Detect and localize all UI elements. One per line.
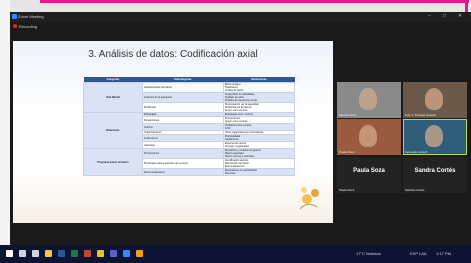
chrome-icon[interactable]: [97, 250, 104, 257]
recording-label[interactable]: Recording: [19, 24, 37, 29]
subcategory-cell: Características del barrio: [141, 82, 224, 93]
subcategory-cell: Vecinos: [141, 123, 224, 131]
background-document-edge: [0, 0, 10, 245]
subcategory-cell: Recomendaciones: [141, 168, 224, 176]
participant-tile[interactable]: Paula Soza Paula Soza: [337, 157, 401, 193]
participant-name-label: Paula Soza: [339, 188, 355, 192]
explorer-icon[interactable]: [45, 250, 52, 257]
recording-dot-icon: [13, 24, 17, 28]
participant-display-name: Sandra Cortés: [414, 168, 456, 174]
language-indicator[interactable]: ESP LAA: [410, 251, 427, 256]
dimension-cell: Preocupación por la seguridad Problemas …: [222, 102, 296, 113]
subcategory-cell: Instituciones: [141, 134, 224, 142]
subcategory-cell: Percepciones: [141, 116, 224, 124]
participant-name-label: Sandra Cortés: [405, 188, 425, 192]
shared-slide: 3. Análisis de datos: Codificación axial…: [13, 41, 333, 223]
minimize-button[interactable]: –: [428, 13, 431, 19]
highlight-bar-edge: [465, 0, 468, 12]
dimension-cell: Reuniones y creación de grupos Mayor seg…: [222, 148, 296, 159]
windows-taskbar: 17°C Nublado ESP LAA 1:17 PM: [0, 245, 471, 263]
subcategory-cell: Liderazgo: [141, 141, 224, 149]
participant-video: [425, 88, 443, 110]
close-button[interactable]: ✕: [458, 13, 462, 19]
windows-start-icon[interactable]: [6, 250, 13, 257]
maximize-button[interactable]: □: [443, 13, 446, 19]
dimension-cell: Barrio antiguo Tradiciones Límites de ba…: [222, 82, 296, 93]
participant-video: [359, 125, 377, 147]
highlight-bar: [40, 0, 469, 3]
table-row: Vida Barrial Características del barrio Ba…: [83, 82, 296, 113]
subcategory-cell: Problemas: [141, 102, 224, 113]
window-title: Zoom Meeting: [18, 14, 44, 19]
subcategory-cell: Prioridades para expansión de recursos: [141, 158, 224, 169]
participant-tile[interactable]: Luis J. Trinidad Cabello: [403, 82, 467, 118]
participant-tile[interactable]: Fernando Jara P.: [403, 119, 467, 155]
participant-display-name: Paula Soza: [353, 168, 385, 174]
participant-name-label: Fernando Jara P.: [405, 150, 428, 154]
category-cell: Relaciones: [83, 112, 143, 149]
weather-text[interactable]: 17°C Nublado: [356, 251, 381, 256]
participant-tile[interactable]: Paula Otero: [337, 119, 401, 155]
subcategory-cell: Impactos de la pandemia: [141, 92, 224, 103]
participant-name-label: Sandra Soza: [339, 113, 357, 117]
dimension-cell: Conflictos entre vecinos JJVV: [222, 123, 296, 131]
excel-icon[interactable]: [71, 250, 78, 257]
category-cell: Vida Barrial: [83, 82, 143, 113]
powerpoint-icon[interactable]: [84, 250, 91, 257]
axial-coding-table: Categorías Subcategorías Dimensiones Vid…: [83, 77, 296, 176]
window-titlebar: Zoom Meeting – □ ✕: [10, 12, 471, 22]
zoom-app-icon: [12, 14, 17, 19]
participant-tile[interactable]: Sandra Soza: [337, 82, 401, 118]
slide-title: 3. Análisis de datos: Codificación axial: [88, 49, 258, 60]
participant-video: [425, 125, 443, 147]
recording-bar: Recording: [10, 22, 471, 31]
table-row: Programa quiero mi barrio Percepciones Reu…: [83, 148, 296, 176]
participant-video: [359, 88, 377, 110]
dimension-cell: Identificación actores Mantención del ba…: [222, 158, 296, 169]
participant-tile[interactable]: Sandra Cortés Sandra Cortés: [403, 157, 467, 193]
dimension-cell: Suspensión de actividades Cuidado de otr…: [222, 92, 296, 103]
teams-icon[interactable]: [110, 250, 117, 257]
subcategory-cell: Percepciones: [141, 148, 224, 159]
task-view-icon[interactable]: [32, 250, 39, 257]
note-icon[interactable]: [136, 250, 143, 257]
participant-name-label: Luis J. Trinidad Cabello: [405, 113, 437, 117]
zoom-icon[interactable]: [123, 250, 130, 257]
word-icon[interactable]: [58, 250, 65, 257]
participant-name-label: Paula Otero: [339, 150, 356, 154]
flower-decoration-icon: [299, 187, 319, 210]
dimension-cell: Experiencia vecina Consejo y legitimidad: [222, 141, 296, 149]
category-cell: Programa quiero mi barrio: [83, 148, 143, 176]
dimension-cell: Municipalidad Carabineros: [222, 134, 296, 142]
dimension-cell: Percepciones Apoyo entre vecinos: [222, 116, 296, 124]
search-icon[interactable]: [19, 250, 26, 257]
clock[interactable]: 1:17 PM: [436, 251, 451, 256]
dimension-cell: Mecanismos de participación Recursos: [222, 168, 296, 176]
